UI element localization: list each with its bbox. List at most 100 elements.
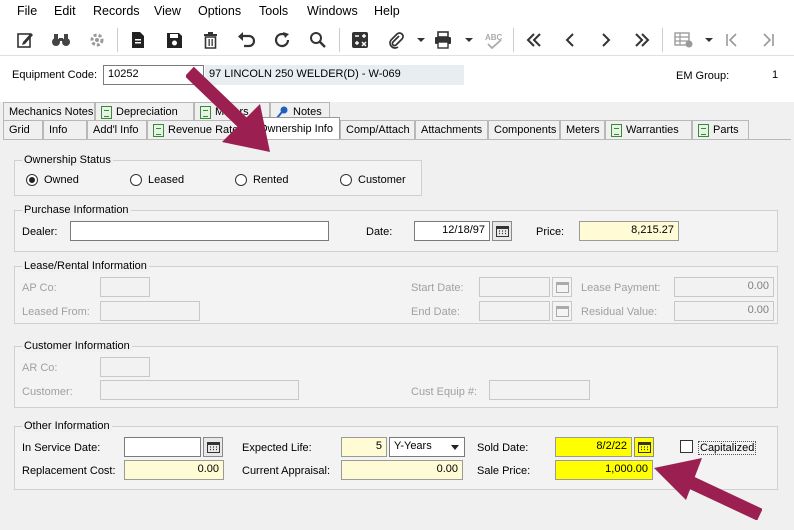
- leased-from-label: Leased From:: [22, 306, 90, 318]
- document-icon: [153, 123, 164, 137]
- cust-equip-input[interactable]: [489, 380, 590, 400]
- trash-icon[interactable]: [197, 27, 223, 53]
- binoculars-icon[interactable]: [48, 27, 74, 53]
- tab-label: Components: [494, 124, 557, 136]
- start-date-input[interactable]: [479, 277, 550, 297]
- tab-label: Ownership Info: [259, 122, 333, 135]
- calendar-icon[interactable]: [634, 437, 654, 457]
- tab-revenue-rates[interactable]: Revenue Rates: [147, 120, 253, 139]
- calculator-icon[interactable]: [347, 27, 373, 53]
- group-title: Ownership Status: [22, 154, 113, 166]
- radio-rented[interactable]: Rented: [235, 174, 288, 186]
- customer-label: Customer:: [22, 386, 73, 398]
- spellcheck-icon[interactable]: ABC: [481, 27, 507, 53]
- purchase-date-label: Date:: [366, 226, 393, 238]
- lease-rental-group: Lease/Rental Information AP Co: Leased F…: [14, 260, 778, 324]
- radio-leased[interactable]: Leased: [130, 174, 184, 186]
- equipment-description: 97 LINCOLN 250 WELDER(D) - W-069: [205, 65, 464, 85]
- first-record-icon[interactable]: [521, 27, 547, 53]
- tab-warranties[interactable]: Warranties: [605, 120, 692, 139]
- menu-file[interactable]: File: [17, 4, 37, 18]
- customer-info-group: Customer Information AR Co: Customer: Cu…: [14, 340, 778, 408]
- sale-price-input[interactable]: 1,000.00: [555, 460, 653, 480]
- radio-button: [130, 174, 142, 186]
- calendar-icon[interactable]: [203, 437, 223, 457]
- last-record-icon[interactable]: [629, 27, 655, 53]
- in-service-date-input[interactable]: [124, 437, 201, 457]
- radio-button: [26, 174, 38, 186]
- printer-icon[interactable]: [430, 27, 456, 53]
- calendar-icon[interactable]: [492, 221, 512, 241]
- save-icon[interactable]: [161, 27, 187, 53]
- tab-components[interactable]: Components: [488, 120, 560, 139]
- tab-label: Add'l Info: [93, 124, 139, 136]
- tab-label: Revenue Rates: [168, 124, 244, 136]
- ap-co-input[interactable]: [100, 277, 150, 297]
- search-icon[interactable]: [305, 27, 331, 53]
- undo-icon[interactable]: [233, 27, 259, 53]
- leased-from-input[interactable]: [100, 301, 200, 321]
- menu-edit[interactable]: Edit: [54, 4, 76, 18]
- tab-label: Mechanics Notes: [9, 106, 94, 118]
- lease-payment-input[interactable]: 0.00: [674, 277, 774, 297]
- tab-addl-info[interactable]: Add'l Info: [87, 120, 147, 139]
- current-appraisal-input[interactable]: 0.00: [341, 460, 463, 480]
- previous-record-icon[interactable]: [557, 27, 583, 53]
- tab-depreciation[interactable]: Depreciation: [95, 102, 194, 121]
- menu-help[interactable]: Help: [374, 4, 400, 18]
- menu-options[interactable]: Options: [198, 4, 241, 18]
- purchase-date-input[interactable]: 12/18/97: [414, 221, 490, 241]
- expected-life-input[interactable]: 5: [341, 437, 387, 457]
- capitalized-checkbox[interactable]: [680, 440, 693, 453]
- purchase-info-group: Purchase Information Dealer: Date: 12/18…: [14, 204, 778, 252]
- gear-icon[interactable]: [84, 27, 110, 53]
- edit-icon[interactable]: [12, 27, 38, 53]
- radio-label: Customer: [358, 174, 406, 186]
- replacement-cost-input[interactable]: 0.00: [124, 460, 224, 480]
- tab-ownership-info[interactable]: Ownership Info: [253, 117, 340, 139]
- tab-label: Comp/Attach: [346, 124, 410, 136]
- sold-date-input[interactable]: 8/2/22: [555, 437, 632, 457]
- tab-attachments[interactable]: Attachments: [415, 120, 488, 139]
- price-input[interactable]: 8,215.27: [579, 221, 679, 241]
- calendar-icon[interactable]: [552, 277, 572, 297]
- tab-grid[interactable]: Grid: [3, 120, 43, 139]
- life-unit-select[interactable]: Y-Years: [389, 437, 465, 457]
- residual-value-input[interactable]: 0.00: [674, 301, 774, 321]
- last-icon[interactable]: [755, 27, 781, 53]
- tab-info[interactable]: Info: [43, 120, 87, 139]
- paperclip-icon[interactable]: [383, 27, 409, 53]
- tab-meters[interactable]: Meters: [560, 120, 605, 139]
- end-date-input[interactable]: [479, 301, 550, 321]
- radio-label: Leased: [148, 174, 185, 186]
- next-record-icon[interactable]: [593, 27, 619, 53]
- dealer-label: Dealer:: [22, 226, 58, 238]
- equipment-code-input[interactable]: 10252: [103, 65, 204, 85]
- menu-records[interactable]: Records: [93, 4, 140, 18]
- cust-equip-label: Cust Equip #:: [411, 386, 478, 398]
- price-label: Price:: [536, 226, 565, 238]
- refresh-icon[interactable]: [269, 27, 295, 53]
- tab-label: Info: [49, 124, 68, 136]
- tab-label: Parts: [713, 124, 739, 136]
- calendar-icon[interactable]: [552, 301, 572, 321]
- customer-input[interactable]: [100, 380, 299, 400]
- radio-customer[interactable]: Customer: [340, 174, 406, 186]
- first-icon[interactable]: [719, 27, 745, 53]
- radio-owned[interactable]: Owned: [26, 174, 79, 186]
- menu-tools[interactable]: Tools: [259, 4, 288, 18]
- document-icon[interactable]: [125, 27, 151, 53]
- tab-comp-attach[interactable]: Comp/Attach: [340, 120, 415, 139]
- start-date-label: Start Date:: [411, 282, 464, 294]
- menu-view[interactable]: View: [154, 4, 181, 18]
- dealer-input[interactable]: [70, 221, 329, 241]
- tab-mechanics-notes[interactable]: Mechanics Notes: [3, 102, 95, 121]
- ap-co-label: AP Co:: [22, 282, 57, 294]
- tab-label: Grid: [9, 124, 30, 136]
- radio-button: [235, 174, 247, 186]
- grid-settings-icon[interactable]: [671, 27, 697, 53]
- tab-parts[interactable]: Parts: [692, 120, 749, 139]
- menu-windows[interactable]: Windows: [307, 4, 358, 18]
- record-header: Equipment Code: 10252 97 LINCOLN 250 WEL…: [0, 56, 794, 102]
- ar-co-input[interactable]: [100, 357, 150, 377]
